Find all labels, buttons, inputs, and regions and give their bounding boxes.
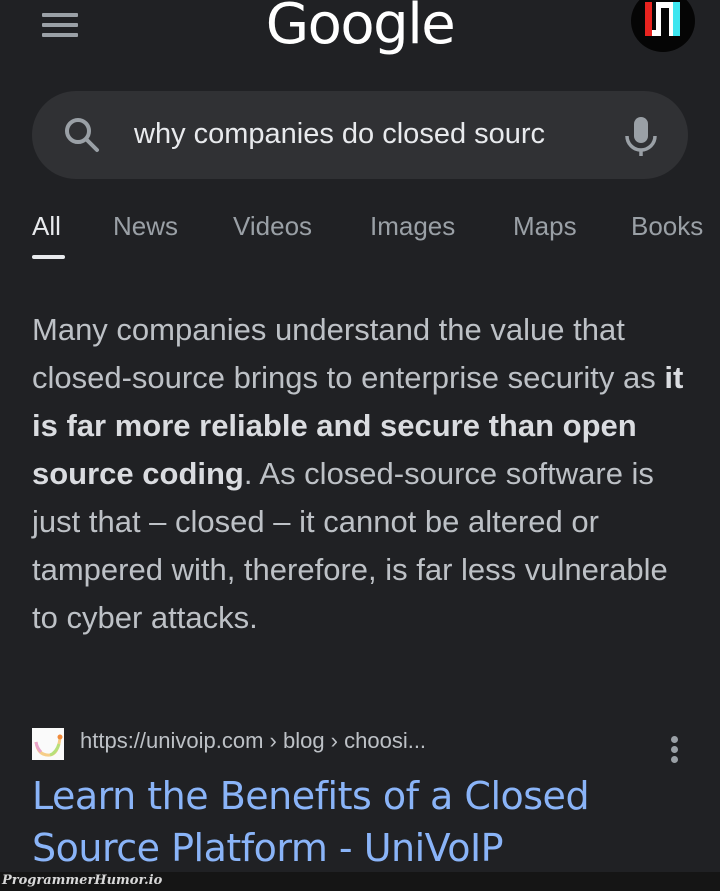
google-logo[interactable]: Google — [0, 0, 720, 57]
search-bar — [32, 91, 688, 179]
tab-news[interactable]: News — [113, 211, 178, 242]
univoip-favicon — [32, 728, 64, 760]
microphone-icon[interactable] — [624, 115, 658, 157]
avatar-logo-glyph — [645, 2, 680, 36]
result-title-link[interactable]: Learn the Benefits of a Closed Source Pl… — [32, 770, 672, 874]
header: Google — [0, 0, 720, 70]
watermark-bar: ProgrammerHumor.io — [0, 872, 720, 891]
featured-snippet: Many companies understand the value that… — [32, 306, 692, 642]
search-tabs: All News Videos Images Maps Books — [0, 205, 720, 265]
tab-books[interactable]: Books — [631, 211, 703, 242]
tab-all[interactable]: All — [32, 211, 61, 242]
result-url[interactable]: https://univoip.com › blog › choosi... — [80, 728, 426, 754]
search-icon[interactable] — [62, 115, 102, 155]
snippet-text-before: Many companies understand the value that… — [32, 312, 665, 395]
tab-maps[interactable]: Maps — [513, 211, 577, 242]
search-input[interactable] — [134, 111, 586, 157]
watermark-text: ProgrammerHumor.io — [2, 873, 163, 888]
more-vert-icon[interactable] — [666, 736, 682, 764]
tab-images[interactable]: Images — [370, 211, 455, 242]
tab-videos[interactable]: Videos — [233, 211, 312, 242]
active-tab-indicator — [32, 255, 65, 259]
favicon-glyph — [34, 734, 63, 757]
